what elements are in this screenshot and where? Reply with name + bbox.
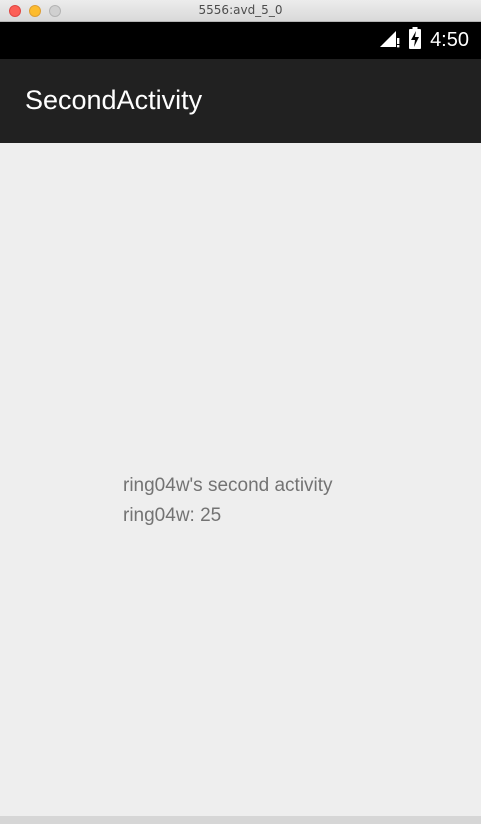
app-bar: SecondActivity: [0, 59, 481, 143]
emulator-window: 5556:avd_5_0 4:50 SecondActivity ring04w…: [0, 0, 481, 824]
window-title-bar: 5556:avd_5_0: [0, 0, 481, 22]
window-title: 5556:avd_5_0: [198, 3, 283, 17]
status-time: 4:50: [430, 29, 469, 51]
signal-icon: [378, 28, 400, 53]
activity-title-text: ring04w's second activity: [123, 475, 333, 496]
activity-value-text: ring04w: 25: [123, 505, 222, 526]
activity-content: ring04w's second activity ring04w: 25: [0, 143, 481, 816]
status-bar: 4:50: [0, 22, 481, 59]
battery-charging-icon: [409, 27, 422, 54]
app-bar-title: SecondActivity: [25, 85, 203, 115]
activity-text-block: ring04w's second activity ring04w: 25: [123, 471, 333, 531]
bottom-edge: [0, 816, 481, 824]
